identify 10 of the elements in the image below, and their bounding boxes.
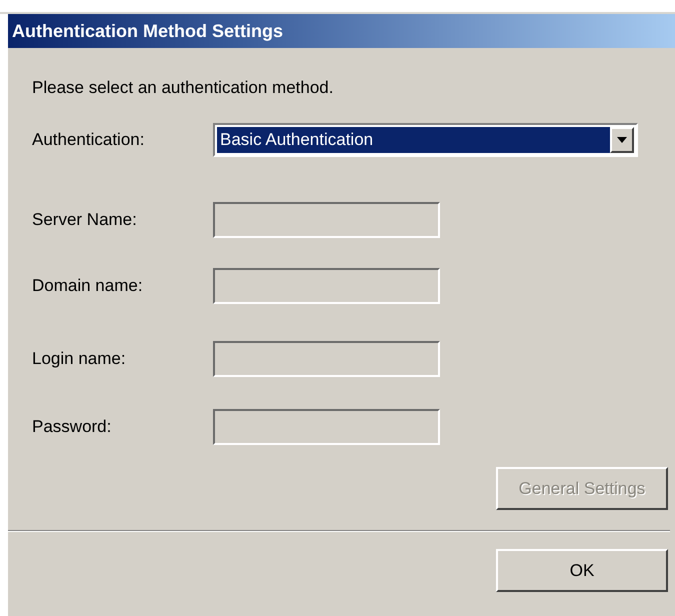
field-label: Login name: <box>32 349 127 369</box>
window-title: Authentication Method Settings <box>12 20 283 42</box>
field-label: Password: <box>32 417 112 437</box>
instruction-text: Please select an authentication method. <box>32 78 334 98</box>
dropdown-value: Basic Authentication <box>217 127 610 153</box>
field-label: Server Name: <box>32 210 138 230</box>
field-label: Authentication: <box>32 130 146 150</box>
field-label: Domain name: <box>32 276 144 296</box>
authentication-dropdown[interactable]: Basic Authentication <box>213 123 638 157</box>
ok-button[interactable]: OK <box>496 549 668 592</box>
